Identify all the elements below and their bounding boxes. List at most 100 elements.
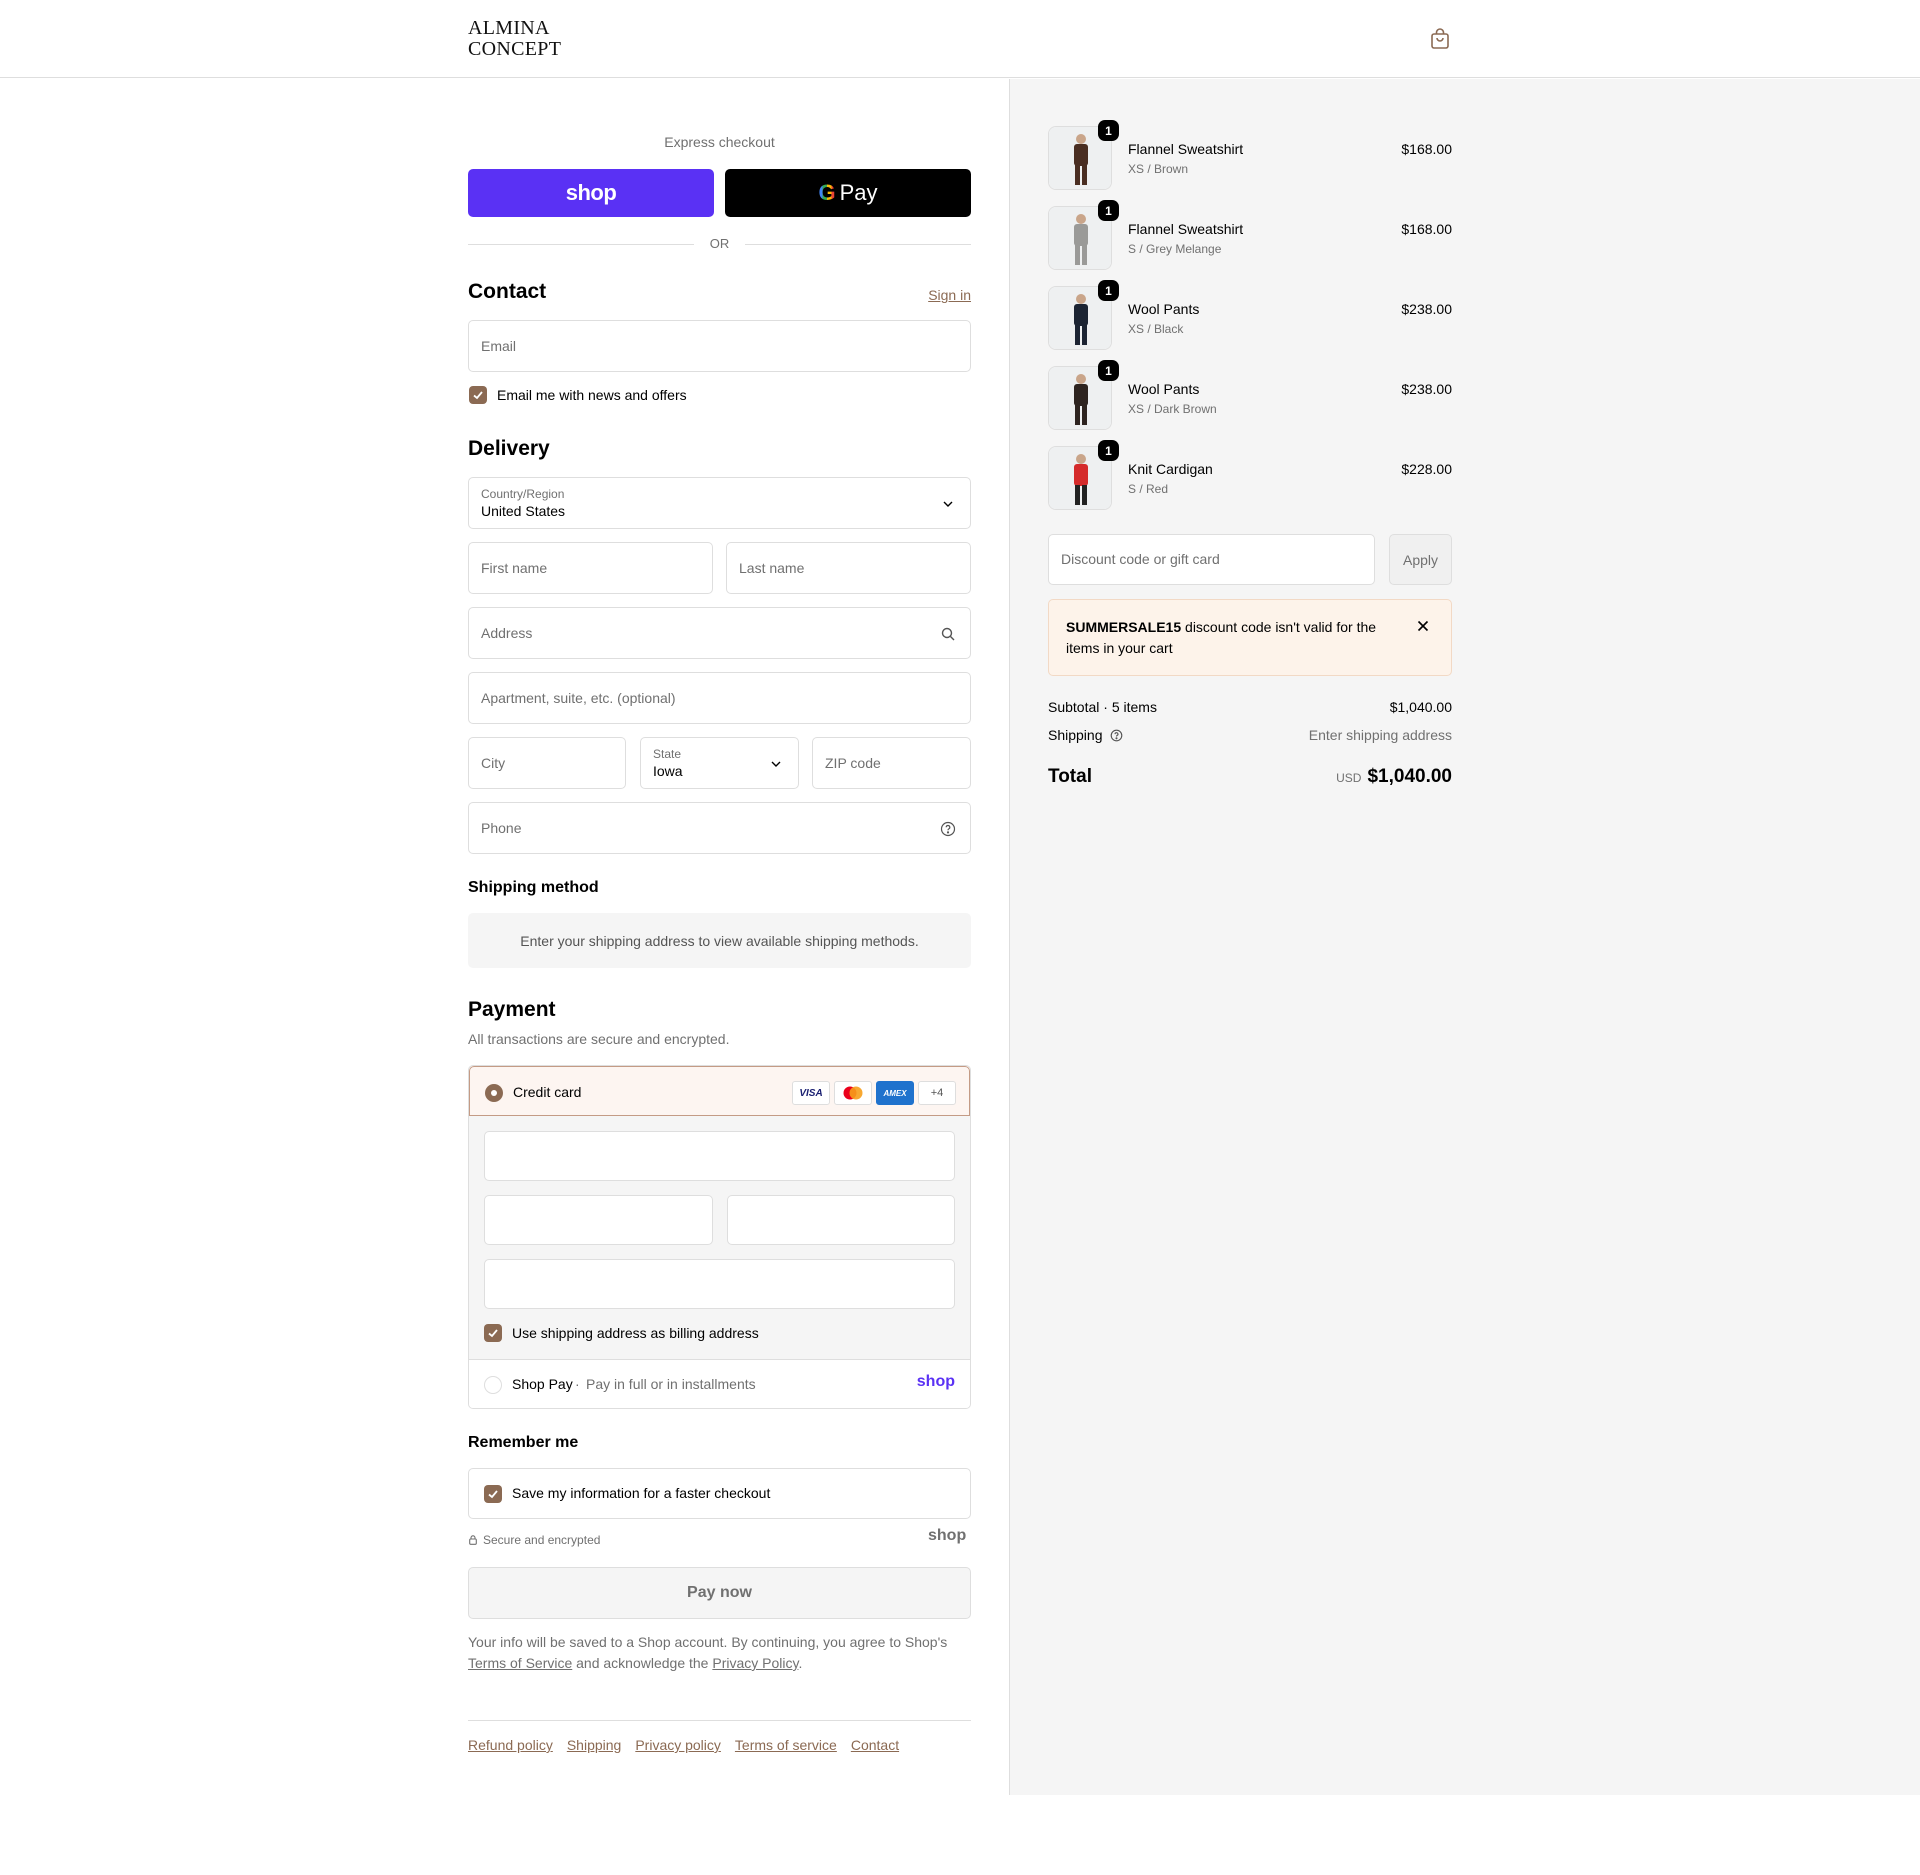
cart-item: 1 Flannel Sweatshirt XS / Brown $168.00 (1048, 120, 1452, 192)
card-number-field[interactable] (484, 1131, 955, 1181)
quantity-badge: 1 (1098, 280, 1119, 301)
quantity-badge: 1 (1098, 120, 1119, 141)
state-select[interactable]: State Iowa (640, 737, 799, 789)
mastercard-icon (834, 1081, 872, 1105)
total-label: Total (1048, 766, 1092, 787)
help-icon[interactable] (940, 821, 956, 837)
discount-placeholder: Discount code or gift card (1061, 551, 1220, 567)
close-icon[interactable] (1415, 618, 1431, 634)
footer-divider (468, 1720, 971, 1721)
last-name-placeholder: Last name (739, 560, 805, 576)
subtotal-row: Subtotal · 5 items $1,040.00 (1048, 699, 1452, 715)
shop-pay-radio[interactable] (484, 1376, 502, 1394)
product-variant: S / Red (1128, 482, 1169, 496)
google-pay-label: Pay (839, 180, 878, 205)
store-logo[interactable]: ALMINA CONCEPT (468, 18, 561, 60)
privacy-policy-footer-link[interactable]: Privacy policy (635, 1737, 721, 1753)
total-amount: USD $1,040.00 (1336, 766, 1452, 788)
product-variant: S / Grey Melange (1128, 242, 1222, 256)
shop-pay-logo: shop (565, 180, 617, 205)
product-price: $238.00 (1401, 301, 1452, 317)
remember-me-box[interactable]: Save my information for a faster checkou… (468, 1468, 971, 1519)
zip-field[interactable]: ZIP code (812, 737, 971, 789)
shipping-row: Shipping Enter shipping address (1048, 727, 1452, 743)
zip-placeholder: ZIP code (825, 755, 881, 771)
expiration-field[interactable] (484, 1195, 713, 1245)
or-divider: OR (468, 236, 971, 252)
total-value: $1,040.00 (1367, 766, 1452, 787)
shop-logo: shop (928, 1527, 967, 1544)
apartment-placeholder: Apartment, suite, etc. (optional) (481, 690, 676, 706)
check-icon (488, 1490, 498, 1499)
shop-pay-separator: · (575, 1376, 580, 1392)
product-price: $168.00 (1401, 141, 1452, 157)
address-field[interactable]: Address (468, 607, 971, 659)
news-checkbox[interactable] (469, 386, 487, 404)
discount-code-field[interactable]: Discount code or gift card (1048, 534, 1375, 585)
currency-label: USD (1336, 771, 1362, 785)
payment-methods: Credit card VISA AMEX +4 Use shipping ad… (468, 1065, 971, 1409)
billing-checkbox-label: Use shipping address as billing address (512, 1325, 759, 1341)
apply-discount-button[interactable]: Apply (1389, 534, 1452, 585)
chevron-down-icon (943, 501, 953, 507)
refund-policy-link[interactable]: Refund policy (468, 1737, 553, 1753)
product-name: Knit Cardigan (1128, 461, 1213, 477)
credit-card-label: Credit card (513, 1084, 582, 1100)
help-icon[interactable] (1110, 729, 1123, 742)
lock-icon (469, 1535, 477, 1545)
pay-now-button[interactable]: Pay now (468, 1567, 971, 1619)
legal-text: Your info will be saved to a Shop accoun… (468, 1632, 971, 1674)
subtotal-value: $1,040.00 (1389, 699, 1452, 715)
product-variant: XS / Brown (1128, 162, 1189, 176)
city-placeholder: City (481, 755, 506, 771)
shop-pay-button[interactable]: shop (468, 169, 714, 217)
product-name: Flannel Sweatshirt (1128, 221, 1244, 237)
shipping-method-heading: Shipping method (468, 879, 599, 896)
shipping-value: Enter shipping address (1308, 727, 1452, 743)
contact-link[interactable]: Contact (851, 1737, 899, 1753)
google-g-icon: G (818, 180, 836, 205)
shipping-label: Shipping (1048, 727, 1103, 743)
save-info-checkbox[interactable] (484, 1485, 502, 1503)
legal-text-part-1: Your info will be saved to a Shop accoun… (468, 1634, 948, 1650)
news-checkbox-label: Email me with news and offers (497, 387, 687, 403)
shop-pay-description: Pay in full or in installments (586, 1376, 756, 1392)
amex-icon: AMEX (876, 1081, 914, 1105)
legal-text-part-2: and acknowledge the (576, 1655, 709, 1671)
check-icon (488, 1329, 498, 1338)
address-placeholder: Address (481, 625, 533, 641)
cart-item: 1 Flannel Sweatshirt S / Grey Melange $168.… (1048, 200, 1452, 272)
apartment-field[interactable]: Apartment, suite, etc. (optional) (468, 672, 971, 724)
first-name-field[interactable]: First name (468, 542, 713, 594)
credit-card-radio[interactable] (485, 1084, 503, 1102)
product-name: Flannel Sweatshirt (1128, 141, 1244, 157)
country-select[interactable]: Country/Region United States (468, 477, 971, 529)
footer-links: Refund policy Shipping Privacy policy Te… (468, 1737, 899, 1753)
shop-pay-option[interactable]: Shop Pay · Pay in full or in installment… (469, 1359, 970, 1408)
email-field[interactable]: Email (468, 320, 971, 372)
google-pay-button[interactable]: G Pay (725, 169, 971, 217)
cart-item: 1 Wool Pants XS / Dark Brown $238.00 (1048, 360, 1452, 432)
terms-of-service-link[interactable]: Terms of Service (468, 1655, 572, 1671)
shopping-bag-icon[interactable] (1430, 28, 1450, 50)
subtotal-label: Subtotal · 5 items (1048, 699, 1157, 715)
name-on-card-field[interactable] (484, 1259, 955, 1309)
billing-checkbox[interactable] (484, 1324, 502, 1342)
discount-error-alert: SUMMERSALE15 discount code isn't valid f… (1048, 599, 1452, 676)
credit-card-option[interactable]: Credit card VISA AMEX +4 (469, 1066, 970, 1116)
security-code-field[interactable] (727, 1195, 955, 1245)
quantity-badge: 1 (1098, 360, 1119, 381)
city-field[interactable]: City (468, 737, 626, 789)
shipping-policy-link[interactable]: Shipping (567, 1737, 622, 1753)
product-price: $228.00 (1401, 461, 1452, 477)
sign-in-link[interactable]: Sign in (928, 287, 971, 303)
express-checkout-title: Express checkout (664, 134, 775, 150)
terms-of-service-footer-link[interactable]: Terms of service (735, 1737, 837, 1753)
shop-pay-option-label: Shop Pay (512, 1376, 573, 1392)
last-name-field[interactable]: Last name (726, 542, 971, 594)
privacy-policy-link[interactable]: Privacy Policy (712, 1655, 798, 1671)
save-info-label: Save my information for a faster checkou… (512, 1485, 771, 1501)
total-row: Total USD $1,040.00 (1048, 766, 1452, 788)
phone-field[interactable]: Phone (468, 802, 971, 854)
email-placeholder: Email (481, 338, 517, 354)
